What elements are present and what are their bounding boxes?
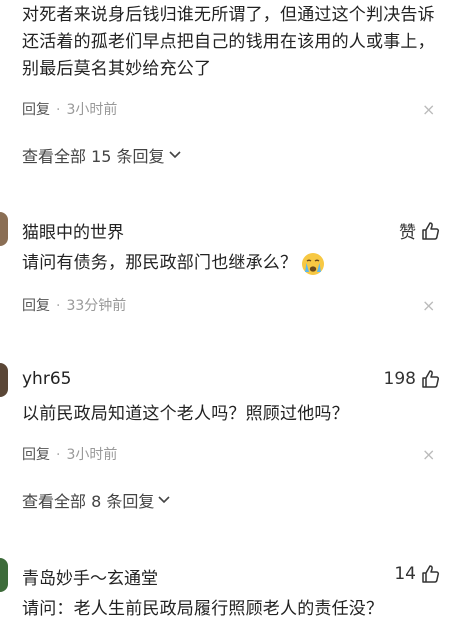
- view-all-replies-label: 查看全部 15 条回复: [22, 147, 165, 166]
- like-count: 14: [394, 564, 416, 584]
- avatar[interactable]: [0, 363, 8, 397]
- avatar[interactable]: [0, 212, 8, 246]
- separator-dot: ·: [56, 102, 61, 118]
- comment-text-content: 请问有债务，那民政部门也继承么？: [22, 253, 298, 273]
- like-count: 198: [383, 369, 416, 389]
- like-button[interactable]: 赞: [399, 218, 440, 243]
- crying-face-emoji: [301, 252, 325, 276]
- timestamp: 3小时前: [66, 447, 118, 463]
- reply-button[interactable]: 回复: [22, 447, 50, 463]
- comment-text: 请问：老人生前民政局履行照顾老人的责任没？: [22, 599, 384, 619]
- like-label: 赞: [399, 223, 416, 243]
- comment-text: 请问有债务，那民政部门也继承么？: [22, 250, 325, 277]
- comment-meta: 回复 · 33分钟前: [22, 295, 126, 315]
- username[interactable]: 猫眼中的世界: [22, 218, 124, 243]
- like-button[interactable]: 14: [394, 564, 440, 584]
- username[interactable]: 青岛妙手～玄通堂: [22, 564, 158, 589]
- comment-text: 以前民政局知道这个老人吗？照顾过他吗？: [22, 404, 349, 424]
- thumbs-up-icon: [420, 369, 440, 389]
- separator-dot: ·: [56, 298, 61, 314]
- reply-button[interactable]: 回复: [22, 102, 50, 118]
- timestamp: 3小时前: [66, 102, 118, 118]
- comment-text: 对死者来说身后钱归谁无所谓了，但通过这个判决告诉还活着的孤老们早点把自己的钱用在…: [22, 5, 435, 79]
- separator-dot: ·: [56, 447, 61, 463]
- view-all-replies-label: 查看全部 8 条回复: [22, 492, 155, 511]
- avatar[interactable]: [0, 558, 8, 592]
- like-button[interactable]: 198: [384, 369, 440, 389]
- chevron-down-icon: [157, 495, 171, 505]
- thumbs-up-icon: [420, 221, 440, 241]
- close-icon[interactable]: ×: [422, 100, 435, 119]
- thumbs-up-icon: [420, 564, 440, 584]
- comment-meta: 回复 · 3小时前: [22, 444, 117, 464]
- reply-button[interactable]: 回复: [22, 298, 50, 314]
- chevron-down-icon: [168, 150, 182, 160]
- close-icon[interactable]: ×: [422, 445, 435, 464]
- view-all-replies-button[interactable]: 查看全部 8 条回复: [22, 488, 171, 512]
- view-all-replies-button[interactable]: 查看全部 15 条回复: [22, 143, 182, 167]
- comment-meta: 回复 · 3小时前: [22, 99, 117, 119]
- close-icon[interactable]: ×: [422, 296, 435, 315]
- timestamp: 33分钟前: [66, 298, 127, 314]
- username[interactable]: yhr65: [22, 369, 71, 389]
